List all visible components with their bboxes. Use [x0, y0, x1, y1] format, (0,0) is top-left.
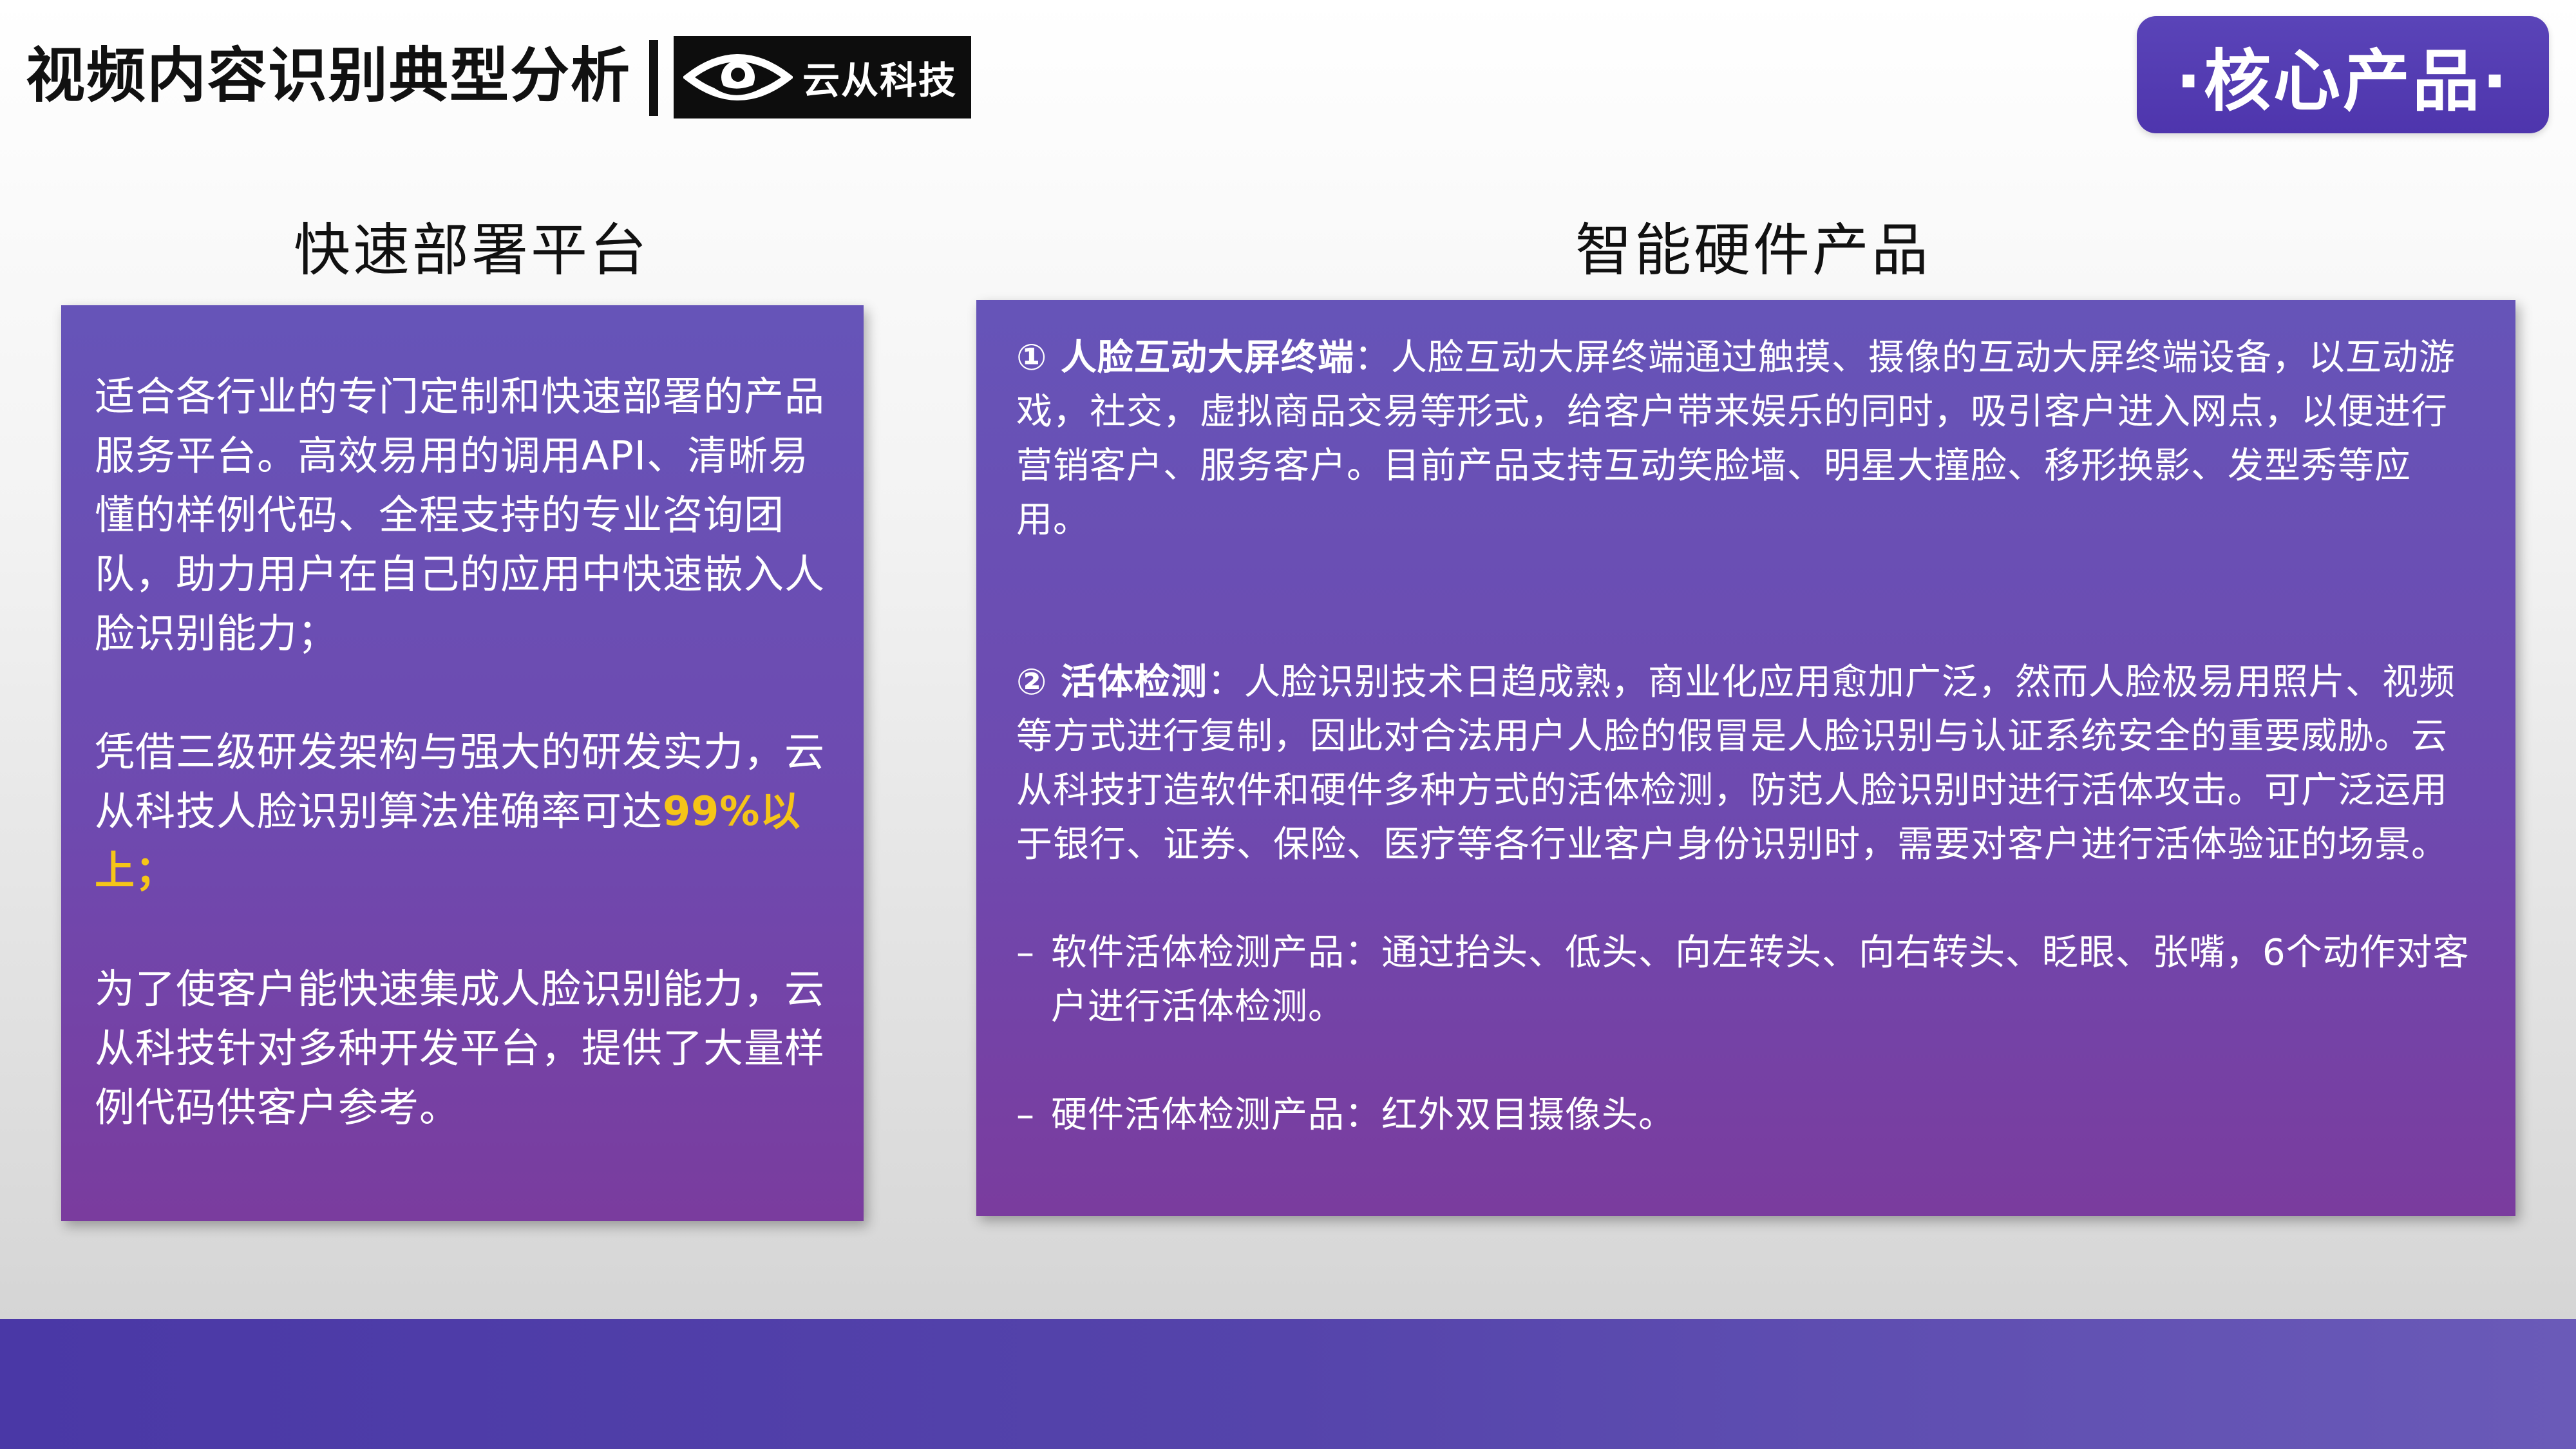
- logo-text: 云从科技: [802, 59, 958, 102]
- hardware-liveness-bullet: – 硬件活体检测产品：红外双目摄像头。: [1016, 1088, 2478, 1142]
- right-section-heading: 智能硬件产品: [1575, 217, 1931, 283]
- section-badge: ·核心产品·: [2137, 16, 2549, 133]
- company-logo: 云从科技: [674, 36, 971, 118]
- accuracy-text: 凭借三级研发架构与强大的研发实力，云从科技人脸识别算法准确率可达99%以上；: [95, 723, 830, 900]
- deployment-platform-card: 适合各行业的专门定制和快速部署的产品服务平台。高效易用的调用API、清晰易懂的样…: [61, 305, 864, 1221]
- liveness-detection-item: ② 活体检测：人脸识别技术日趋成熟，商业化应用愈加广泛，然而人脸极易用照片、视频…: [1016, 656, 2478, 872]
- interactive-screen-label: ① 人脸互动大屏终端: [1016, 337, 1354, 379]
- hardware-liveness-text: 硬件活体检测产品：红外双目摄像头。: [1051, 1094, 1675, 1136]
- interactive-screen-item: ① 人脸互动大屏终端：人脸互动大屏终端通过触摸、摄像的互动大屏终端设备，以互动游…: [1016, 331, 2478, 547]
- liveness-detection-text: ：人脸识别技术日趋成熟，商业化应用愈加广泛，然而人脸极易用照片、视频等方式进行复…: [1016, 661, 2456, 866]
- platform-intro-text: 适合各行业的专门定制和快速部署的产品服务平台。高效易用的调用API、清晰易懂的样…: [95, 373, 826, 657]
- liveness-detection-label: ② 活体检测: [1016, 661, 1208, 703]
- software-liveness-bullet: – 软件活体检测产品：通过抬头、低头、向左转头、向右转头、眨眼、张嘴，6个动作对客…: [1016, 926, 2478, 1034]
- software-liveness-text: 软件活体检测产品：通过抬头、低头、向左转头、向右转头、眨眼、张嘴，6个动作对客户…: [1051, 932, 2470, 1028]
- eye-logo-icon: [674, 36, 802, 118]
- sample-code-text: 为了使客户能快速集成人脸识别能力，云从科技针对多种开发平台，提供了大量样例代码供…: [95, 965, 826, 1131]
- bullet-dash: –: [1016, 1094, 1035, 1136]
- left-section-heading: 快速部署平台: [294, 217, 650, 283]
- title-divider: [649, 40, 658, 116]
- page-title: 视频内容识别典型分析: [26, 41, 632, 110]
- footer-band: [0, 1319, 2576, 1449]
- bullet-dash: –: [1016, 932, 1035, 974]
- hardware-products-card: ① 人脸互动大屏终端：人脸互动大屏终端通过触摸、摄像的互动大屏终端设备，以互动游…: [976, 300, 2515, 1216]
